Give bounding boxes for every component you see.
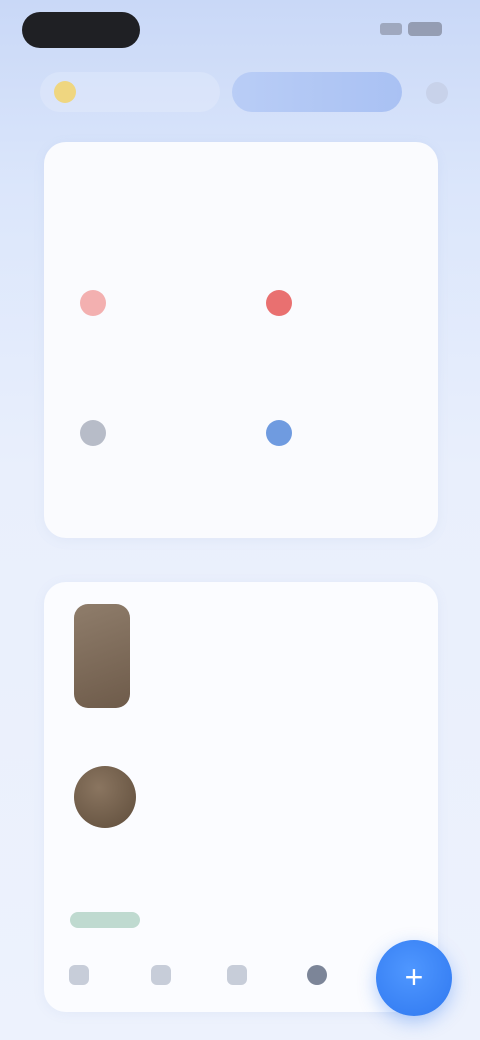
nav-profile[interactable] (300, 958, 334, 992)
water-icon (266, 420, 292, 446)
tab-active[interactable] (40, 72, 220, 112)
bottom-nav (44, 936, 374, 1010)
add-button[interactable]: + (376, 940, 452, 1016)
nav-discover[interactable] (144, 958, 178, 992)
health-icon (80, 290, 106, 316)
signal-icon (380, 23, 402, 35)
nav-home[interactable] (62, 958, 96, 992)
profile-icon (307, 965, 327, 985)
feed-chip[interactable] (70, 912, 140, 928)
more-icon[interactable] (426, 82, 448, 104)
heart-icon (266, 290, 292, 316)
list-item[interactable] (74, 604, 414, 714)
list-item[interactable] (74, 766, 414, 836)
home-icon (69, 965, 89, 985)
status-icons (380, 22, 442, 36)
feed-thumbnail (74, 766, 136, 828)
battery-icon (408, 22, 442, 36)
nav-device[interactable] (220, 958, 254, 992)
add-icon: + (404, 958, 424, 995)
device-icon (227, 965, 247, 985)
metric-tile[interactable] (266, 290, 426, 380)
feed-thumbnail (74, 604, 130, 708)
metric-tile[interactable] (80, 290, 240, 380)
sleep-icon (80, 420, 106, 446)
sun-icon (54, 81, 76, 103)
metric-tile[interactable] (266, 420, 426, 510)
overview-card[interactable] (44, 142, 438, 538)
metric-tile[interactable] (80, 420, 240, 510)
status-bar (0, 0, 480, 62)
tab-secondary[interactable] (232, 72, 402, 112)
top-tab-row (0, 62, 480, 120)
discover-icon (151, 965, 171, 985)
dynamic-island (22, 12, 140, 48)
